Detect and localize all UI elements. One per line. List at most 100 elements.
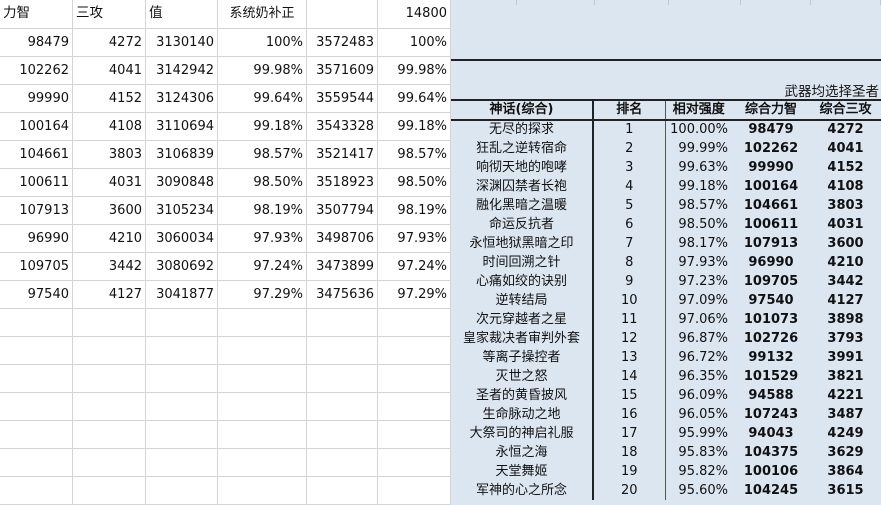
stat-int-cell[interactable]: 109705 [732,272,810,291]
sheet-cell[interactable]: 4210 [73,225,146,252]
sheet-cell[interactable]: 3543328 [307,113,378,140]
sheet-cell[interactable]: 96990 [0,225,73,252]
sheet-cell[interactable] [146,337,218,364]
sheet-cell[interactable] [307,337,378,364]
stat-int-cell[interactable]: 104245 [732,481,810,500]
stat-atk-cell[interactable]: 4272 [810,120,881,139]
sheet-cell[interactable] [307,477,378,504]
sheet-cell[interactable] [307,365,378,392]
stat-int-cell[interactable]: 100164 [732,177,810,196]
sheet-cell[interactable] [218,337,307,364]
sheet-cell[interactable] [73,393,146,420]
sheet-cell[interactable]: 107913 [0,197,73,224]
sheet-cell[interactable]: 三攻 [73,0,146,28]
stat-atk-cell[interactable]: 3487 [810,405,881,424]
sheet-cell[interactable]: 3090848 [146,169,218,196]
item-name-cell[interactable]: 深渊囚禁者长袍 [451,177,594,196]
sheet-cell[interactable]: 3105234 [146,197,218,224]
strength-cell[interactable]: 99.99% [665,139,732,158]
sheet-cell[interactable]: 4041 [73,57,146,84]
sheet-cell[interactable] [378,449,451,476]
strength-cell[interactable]: 95.99% [665,424,732,443]
sheet-cell[interactable]: 97.93% [218,225,307,252]
stat-atk-cell[interactable]: 3442 [810,272,881,291]
stat-int-cell[interactable]: 101529 [732,367,810,386]
sheet-cell[interactable]: 97.29% [378,281,451,308]
sheet-cell[interactable] [73,365,146,392]
stat-int-cell[interactable]: 107243 [732,405,810,424]
rank-cell[interactable]: 1 [593,120,666,139]
sheet-cell[interactable] [378,421,451,448]
sheet-cell[interactable]: 力智 [0,0,73,28]
item-name-cell[interactable]: 响彻天地的咆哮 [451,158,594,177]
sheet-cell[interactable] [378,365,451,392]
sheet-cell[interactable]: 97.29% [218,281,307,308]
sheet-cell[interactable]: 4127 [73,281,146,308]
sheet-cell[interactable] [218,393,307,420]
sheet-cell[interactable]: 100% [218,29,307,56]
sheet-cell[interactable]: 3124306 [146,85,218,112]
sheet-cell[interactable] [307,309,378,336]
sheet-cell[interactable] [378,393,451,420]
stat-atk-cell[interactable]: 3793 [810,329,881,348]
sheet-cell[interactable]: 3571609 [307,57,378,84]
sheet-cell[interactable] [0,337,73,364]
sheet-cell[interactable] [73,337,146,364]
rank-cell[interactable]: 11 [593,310,666,329]
sheet-cell[interactable]: 3473899 [307,253,378,280]
item-name-cell[interactable]: 皇家裁决者审判外套 [451,329,594,348]
sheet-cell[interactable]: 99.64% [218,85,307,112]
rank-cell[interactable]: 5 [593,196,666,215]
sheet-cell[interactable]: 系统奶补正 [218,0,307,28]
stat-int-cell[interactable]: 104661 [732,196,810,215]
sheet-cell[interactable]: 4108 [73,113,146,140]
item-name-cell[interactable]: 军神的心之所念 [451,481,594,500]
sheet-cell[interactable] [378,477,451,504]
stat-int-cell[interactable]: 102262 [732,139,810,158]
sheet-cell[interactable] [307,393,378,420]
stat-int-cell[interactable]: 98479 [732,120,810,139]
strength-cell[interactable]: 97.23% [665,272,732,291]
sheet-cell[interactable]: 98.50% [378,169,451,196]
strength-cell[interactable]: 99.18% [665,177,732,196]
sheet-cell[interactable] [307,0,378,28]
column-header[interactable]: 排名 [593,99,666,121]
sheet-cell[interactable]: 100164 [0,113,73,140]
item-name-cell[interactable]: 永恒地狱黑暗之印 [451,234,594,253]
column-header[interactable]: 综合三攻 [810,99,881,121]
rank-cell[interactable]: 9 [593,272,666,291]
rank-cell[interactable]: 6 [593,215,666,234]
strength-cell[interactable]: 95.82% [665,462,732,481]
item-name-cell[interactable]: 天堂舞姬 [451,462,594,481]
strength-cell[interactable]: 98.57% [665,196,732,215]
stat-atk-cell[interactable]: 3821 [810,367,881,386]
sheet-cell[interactable] [73,449,146,476]
rank-cell[interactable]: 12 [593,329,666,348]
rank-cell[interactable]: 8 [593,253,666,272]
rank-cell[interactable]: 15 [593,386,666,405]
sheet-cell[interactable]: 值 [146,0,218,28]
sheet-cell[interactable]: 3060034 [146,225,218,252]
strength-cell[interactable]: 99.63% [665,158,732,177]
sheet-cell[interactable]: 97.24% [378,253,451,280]
rank-cell[interactable]: 14 [593,367,666,386]
stat-int-cell[interactable]: 100106 [732,462,810,481]
item-name-cell[interactable]: 无尽的探求 [451,120,594,139]
sheet-cell[interactable]: 99.18% [378,113,451,140]
stat-int-cell[interactable]: 102726 [732,329,810,348]
sheet-cell[interactable]: 3442 [73,253,146,280]
rank-cell[interactable]: 10 [593,291,666,310]
stat-atk-cell[interactable]: 4041 [810,139,881,158]
sheet-cell[interactable]: 98.57% [218,141,307,168]
column-header[interactable]: 神话(综合) [451,99,594,121]
item-name-cell[interactable]: 生命脉动之地 [451,405,594,424]
strength-cell[interactable]: 100.00% [665,120,732,139]
sheet-cell[interactable] [0,309,73,336]
rank-cell[interactable]: 20 [593,481,666,500]
strength-cell[interactable]: 96.05% [665,405,732,424]
item-name-cell[interactable]: 次元穿越者之星 [451,310,594,329]
item-name-cell[interactable]: 逆转结局 [451,291,594,310]
column-header[interactable]: 相对强度 [665,99,732,121]
sheet-cell[interactable] [218,309,307,336]
stat-atk-cell[interactable]: 3898 [810,310,881,329]
